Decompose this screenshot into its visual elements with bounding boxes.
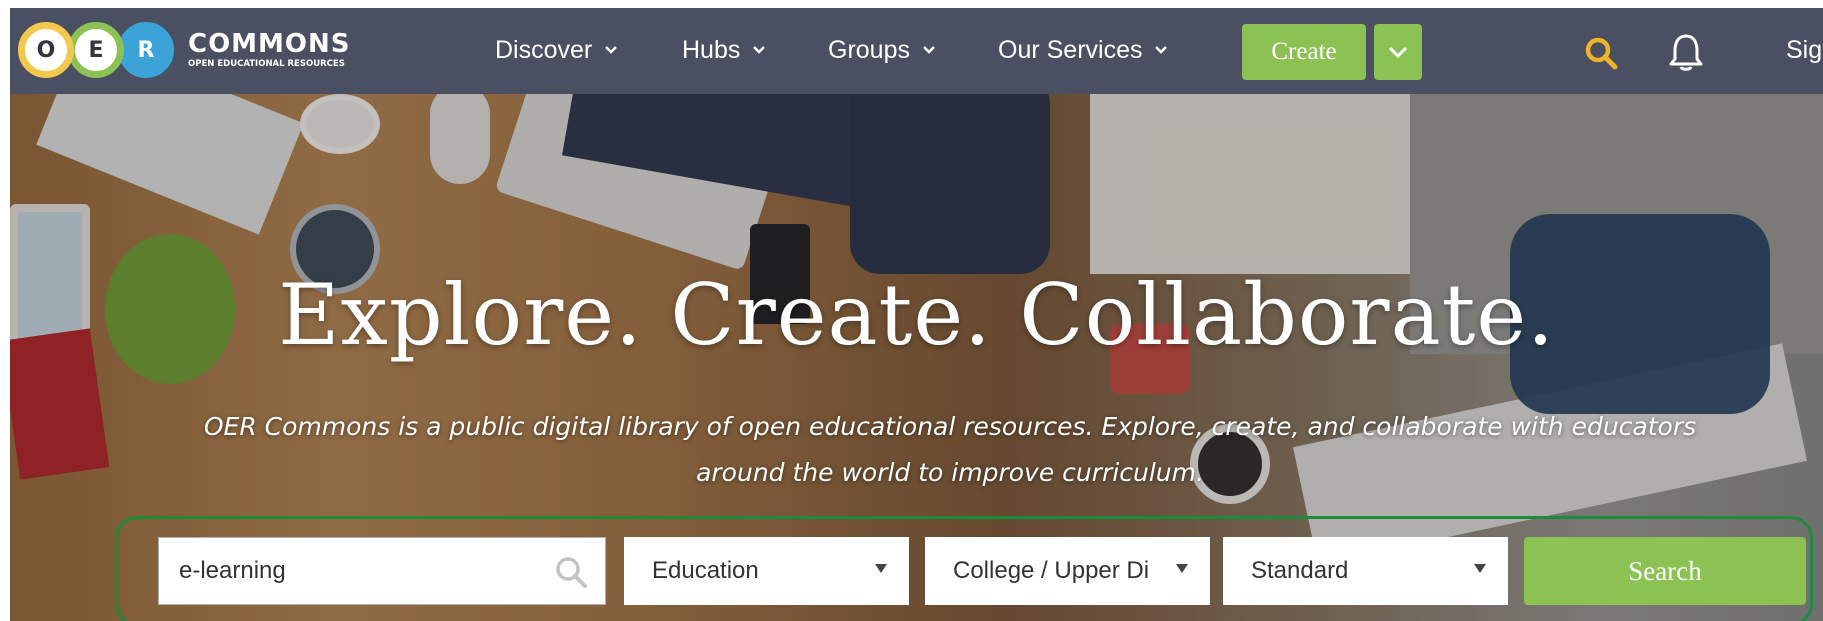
standard-select[interactable]: Standard [1223,537,1508,605]
nav-groups[interactable]: Groups [828,34,936,66]
nav-groups-label: Groups [828,35,910,64]
subject-select-value: Education [652,557,759,584]
standard-select-value: Standard [1251,557,1349,584]
hero-title: Explore. Create. Collaborate. [278,266,1555,364]
caret-down-icon [1176,564,1188,573]
logo-letter-r: R [118,22,174,78]
logo-wordmark: COMMONS OPEN EDUCATIONAL RESOURCES [188,30,351,70]
bell-icon[interactable] [1667,32,1705,72]
nav-hubs-label: Hubs [682,35,741,64]
chevron-down-icon [923,46,935,54]
logo-letter-o: O [18,22,74,78]
nav-discover[interactable]: Discover [495,34,618,66]
search-icon[interactable] [553,554,589,590]
keyword-search-field[interactable] [158,537,606,605]
chevron-down-icon [1155,46,1168,54]
oer-commons-logo[interactable]: O E R COMMONS OPEN EDUCATIONAL RESOURCES [18,18,351,82]
top-navbar: O E R COMMONS OPEN EDUCATIONAL RESOURCES… [10,8,1823,94]
keyword-search-input[interactable] [179,557,539,585]
logo-tagline: OPEN EDUCATIONAL RESOURCES [188,59,345,69]
caret-down-icon [1474,564,1486,573]
sign-in-link[interactable]: Sign [1786,36,1823,65]
hero-description: OER Commons is a public digital library … [100,404,1800,496]
hero-description-line-1: OER Commons is a public digital library … [203,412,1697,441]
logo-title: COMMONS [188,29,351,59]
nav-our-services[interactable]: Our Services [998,34,1168,66]
chevron-down-icon [753,46,766,54]
chevron-down-icon [605,46,618,54]
education-level-select-value: College / Upper Di [953,557,1150,584]
search-icon[interactable] [1583,35,1619,71]
caret-down-icon [875,564,887,573]
hero-description-line-2: around the world to improve curriculum. [696,458,1204,487]
create-button[interactable]: Create [1242,24,1366,80]
chevron-down-icon [1388,46,1408,59]
search-button[interactable]: Search [1524,537,1806,605]
education-level-select[interactable]: College / Upper Di [925,537,1210,605]
logo-letter-e: E [68,22,124,78]
nav-hubs[interactable]: Hubs [682,34,766,66]
create-dropdown-button[interactable] [1374,24,1422,80]
nav-discover-label: Discover [495,35,593,64]
subject-select[interactable]: Education [624,537,909,605]
nav-our-services-label: Our Services [998,35,1143,64]
